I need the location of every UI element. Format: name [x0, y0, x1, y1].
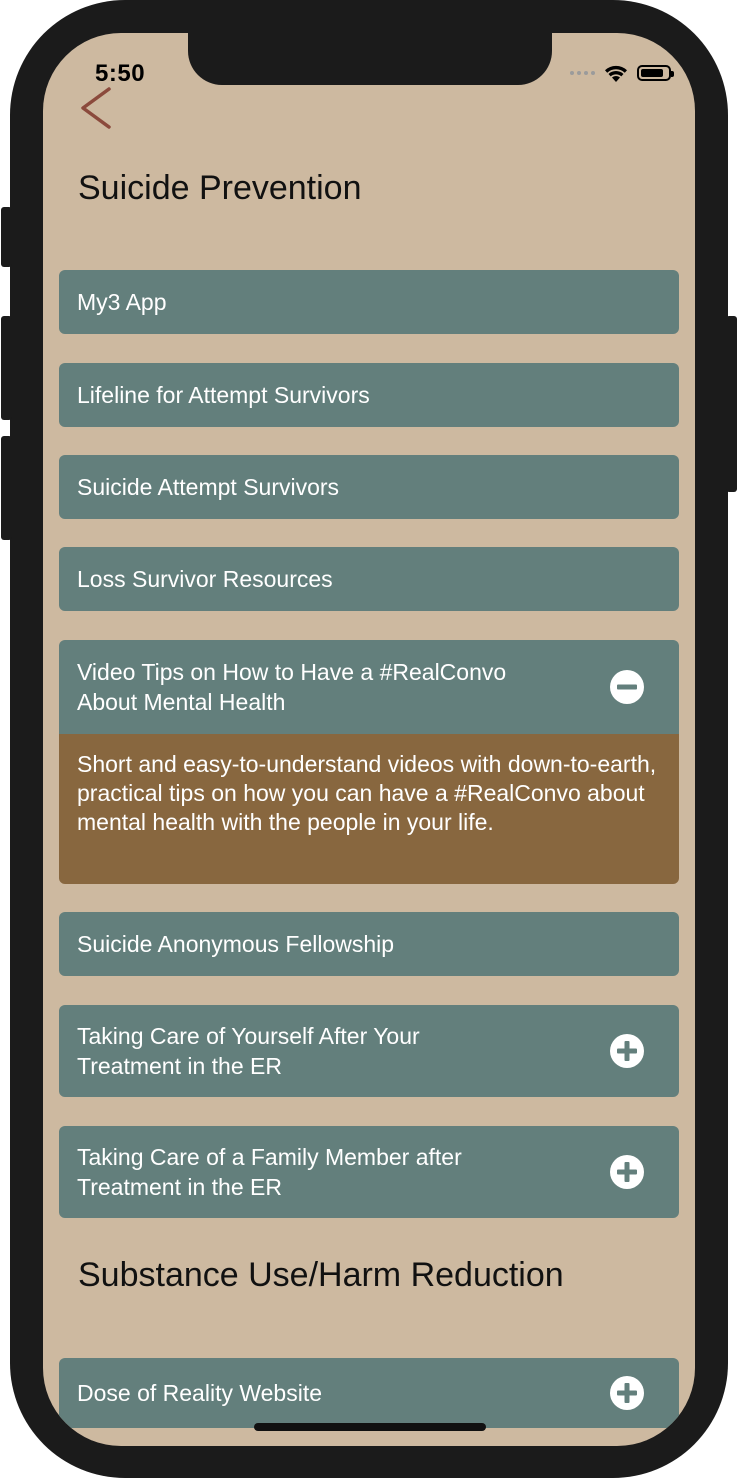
silent-switch	[1, 207, 12, 267]
section-title-substance-use: Substance Use/Harm Reduction	[78, 1256, 564, 1294]
home-indicator[interactable]	[254, 1423, 486, 1431]
resource-item-loss-survivor-resources[interactable]: Loss Survivor Resources	[59, 547, 679, 611]
resource-item-video-tips[interactable]: Video Tips on How to Have a #RealConvo A…	[59, 640, 679, 734]
resource-item-my3-app[interactable]: My3 App	[59, 270, 679, 334]
plus-circle-icon[interactable]	[609, 1154, 645, 1190]
resource-item-suicide-attempt-survivors[interactable]: Suicide Attempt Survivors	[59, 455, 679, 519]
notch	[188, 33, 552, 85]
resource-item-dose-of-reality[interactable]: Dose of Reality Website	[59, 1358, 679, 1428]
resource-item-label: Lifeline for Attempt Survivors	[77, 382, 370, 408]
app-screen: 5:50 Suicide Prevention My3 App Lifeline…	[43, 33, 695, 1446]
resource-item-label: Suicide Attempt Survivors	[77, 474, 340, 500]
power-button	[726, 316, 737, 492]
wifi-icon	[605, 65, 627, 82]
minus-circle-icon[interactable]	[609, 669, 645, 705]
resource-item-label: Dose of Reality Website	[77, 1380, 323, 1406]
resource-description-video-tips: Short and easy-to-understand videos with…	[59, 734, 679, 884]
plus-circle-icon[interactable]	[609, 1033, 645, 1069]
chevron-left-icon	[81, 87, 111, 129]
back-button[interactable]	[77, 83, 117, 131]
volume-up-button	[1, 316, 12, 420]
resource-item-lifeline-attempt-survivors[interactable]: Lifeline for Attempt Survivors	[59, 363, 679, 427]
volume-down-button	[1, 436, 12, 540]
resource-item-label: Taking Care of a Family Member after Tre…	[77, 1144, 462, 1200]
resource-item-family-member-after-er[interactable]: Taking Care of a Family Member after Tre…	[59, 1126, 679, 1218]
plus-circle-icon[interactable]	[609, 1375, 645, 1411]
resource-item-label: Taking Care of Yourself After Your Treat…	[77, 1023, 420, 1079]
resource-item-label: Suicide Anonymous Fellowship	[77, 931, 395, 957]
status-icons	[570, 63, 674, 83]
resource-item-label: Loss Survivor Resources	[77, 566, 333, 592]
resource-item-label: My3 App	[77, 289, 167, 315]
cellular-signal-icon	[570, 71, 595, 75]
resource-item-label: Video Tips on How to Have a #RealConvo A…	[77, 659, 507, 715]
battery-icon	[637, 65, 674, 81]
resource-item-suicide-anonymous-fellowship[interactable]: Suicide Anonymous Fellowship	[59, 912, 679, 976]
section-title-suicide-prevention: Suicide Prevention	[78, 169, 362, 207]
resource-item-self-care-after-er[interactable]: Taking Care of Yourself After Your Treat…	[59, 1005, 679, 1097]
